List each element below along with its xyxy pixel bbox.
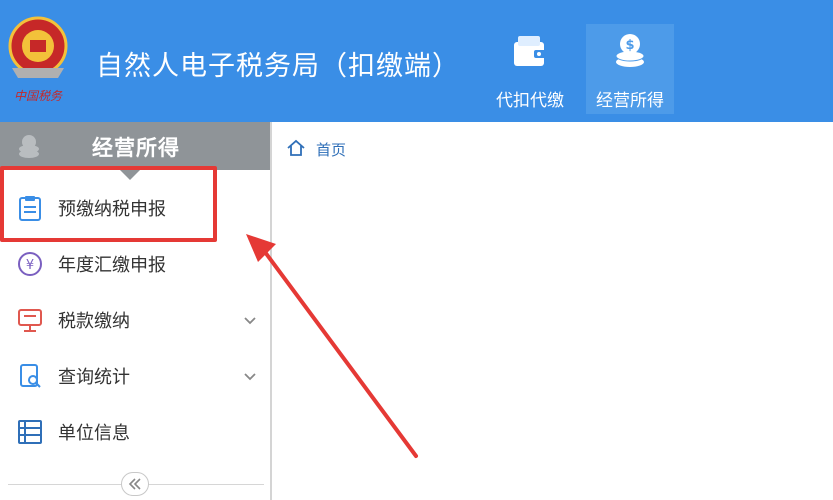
app-title: 自然人电子税务局（扣缴端） [96, 51, 460, 82]
tax-emblem-logo: 中国税务 [8, 16, 68, 103]
sidebar-title: 经营所得 [92, 136, 180, 160]
sidebar-item-label: 预缴纳税申报 [58, 199, 166, 220]
sidebar-caret [120, 170, 140, 180]
yen-circle-icon: ¥ [18, 252, 42, 276]
nav-label: 代扣代缴 [496, 91, 564, 111]
chevron-down-icon[interactable] [242, 368, 258, 384]
sidebar-item-prepaid-declaration[interactable]: 预缴纳税申报 [0, 182, 270, 234]
sidebar-item-label: 查询统计 [58, 367, 130, 388]
sidebar-header: 经营所得 [0, 122, 270, 170]
sidebar-item-label: 年度汇缴申报 [58, 255, 166, 276]
nav-withholding[interactable]: 代扣代缴 [486, 24, 574, 114]
list-icon [18, 420, 42, 444]
wallet-icon [514, 36, 546, 66]
sidebar-item-query-statistics[interactable]: 查询统计 [0, 350, 270, 402]
svg-text:¥: ¥ [26, 258, 34, 273]
sidebar-item-label: 税款缴纳 [58, 311, 130, 332]
chevron-down-icon[interactable] [242, 312, 258, 328]
svg-text:$: $ [625, 38, 634, 53]
double-chevron-left-icon [128, 478, 141, 490]
coins-icon [19, 135, 39, 158]
sidebar-item-annual-declaration[interactable]: ¥ 年度汇缴申报 [0, 238, 270, 290]
nav-label: 经营所得 [596, 91, 664, 111]
breadcrumb-home[interactable]: 首页 [316, 139, 346, 160]
home-icon[interactable] [286, 138, 306, 158]
sidebar-item-label: 单位信息 [58, 423, 130, 444]
sidebar-item-tax-payment[interactable]: 税款缴纳 [0, 294, 270, 346]
app-header: 中国税务 自然人电子税务局（扣缴端） 代扣代缴 $ 经营所得 [0, 0, 833, 122]
search-document-icon [20, 364, 41, 388]
monitor-icon [18, 309, 42, 332]
logo-text: 中国税务 [14, 89, 63, 103]
collapse-sidebar-button[interactable] [121, 472, 149, 496]
coins-icon: $ [615, 34, 645, 67]
sidebar: 经营所得 预缴纳税申报 ¥ 年度汇缴申报 税款缴纳 查询统计 单位信息 [0, 122, 272, 500]
nav-business-income[interactable]: $ 经营所得 [586, 24, 674, 114]
sidebar-item-unit-info[interactable]: 单位信息 [0, 406, 270, 458]
clipboard-icon [19, 196, 41, 221]
